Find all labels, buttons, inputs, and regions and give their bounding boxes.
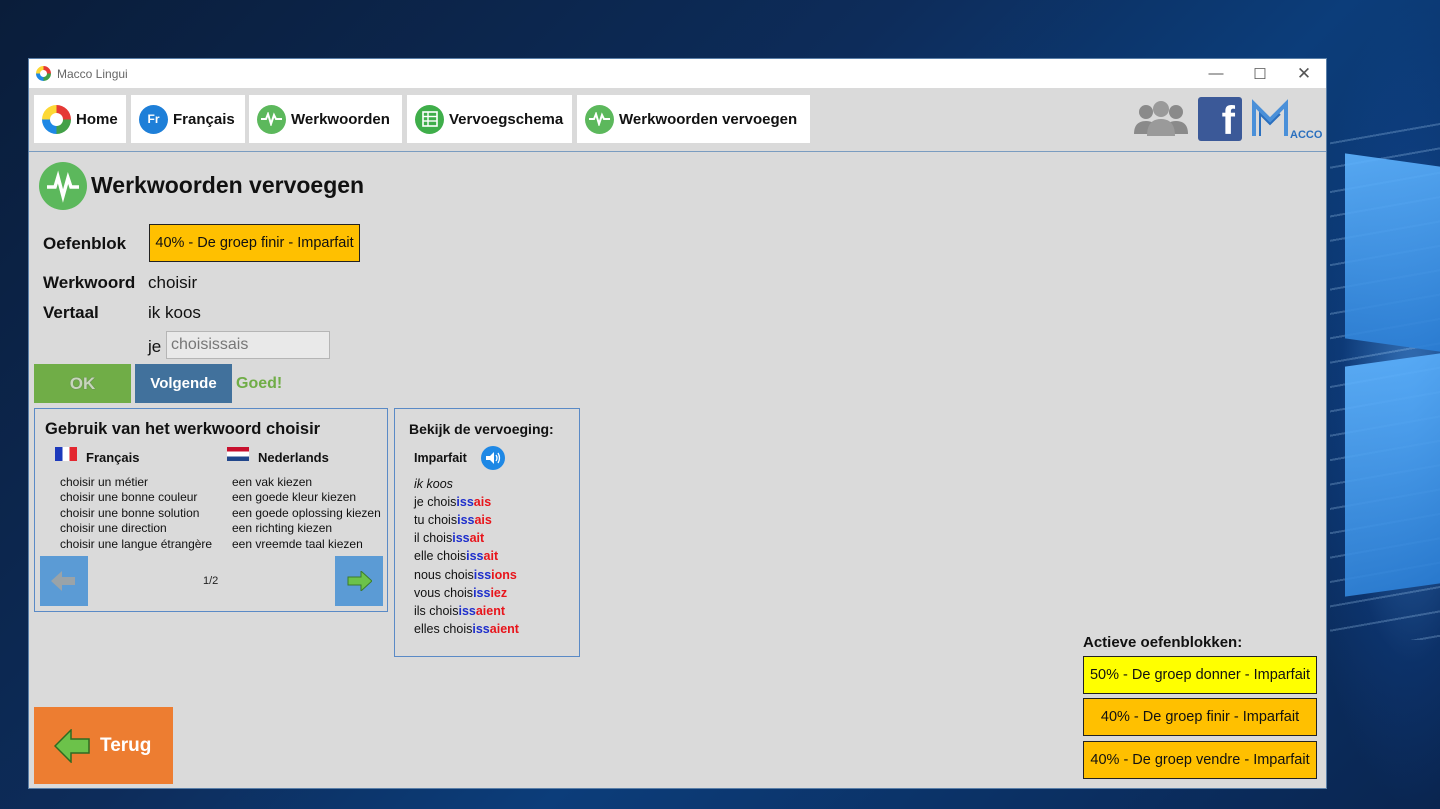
conjugation-row: je choisissais <box>414 495 492 509</box>
ok-button[interactable]: OK <box>34 364 131 403</box>
nav-vervoegschema-button[interactable]: Vervoegschema <box>407 95 572 143</box>
back-button[interactable]: Terug <box>34 707 173 784</box>
active-block-item[interactable]: 40% - De groep vendre - Imparfait <box>1083 741 1317 779</box>
werkwoord-value: choisir <box>148 273 198 292</box>
conjugation-row: il choisissait <box>414 531 485 545</box>
vertaal-label: Vertaal <box>43 303 99 322</box>
active-blocks-title: Actieve oefenblokken: <box>1083 634 1243 651</box>
app-window: Macco Lingui — ☐ ✕ Home Fr Français Werk… <box>28 58 1327 789</box>
francais-icon: Fr <box>139 104 168 134</box>
maximize-button[interactable]: ☐ <box>1238 59 1282 88</box>
conjugation-row: nous choisissions <box>414 568 517 582</box>
toolbar: Home Fr Français Werkwoorden Vervoegsche… <box>29 88 1326 152</box>
oefenblok-label: Oefenblok <box>43 234 127 253</box>
answer-input[interactable]: choisissais <box>166 331 330 359</box>
list-item: choisir une bonne solution <box>60 505 200 520</box>
app-logo-icon <box>36 66 51 81</box>
nav-home-label: Home <box>76 110 118 128</box>
nav-werkwoorden-button[interactable]: Werkwoorden <box>249 95 402 143</box>
windows-logo-pane-bottom <box>1345 353 1440 597</box>
conjugation-row: elle choisissait <box>414 549 499 563</box>
conjugation-row: elles choisissaient <box>414 622 519 636</box>
windows-logo-pane-top <box>1345 153 1440 352</box>
nav-home-button[interactable]: Home <box>34 95 126 143</box>
list-item: een vak kiezen <box>232 475 313 489</box>
minimize-button[interactable]: — <box>1194 59 1238 88</box>
next-page-button[interactable] <box>335 556 383 606</box>
nav-werkwoorden-label: Werkwoorden <box>291 110 390 128</box>
dutch-flag-icon <box>227 447 249 461</box>
list-item: choisir un métier <box>60 475 149 489</box>
pulse-icon <box>39 162 87 210</box>
table-icon <box>415 104 444 134</box>
french-flag-icon <box>55 447 77 461</box>
usage-title: Gebruik van het werkwoord choisir <box>45 420 321 438</box>
list-item: een vreemde taal kiezen <box>232 536 363 551</box>
conjugation-panel: Bekijk de vervoeging: Imparfait ik koos … <box>394 408 580 657</box>
usage-phrases-fr: choisir un métier choisir une bonne coul… <box>60 475 212 552</box>
active-block-item[interactable]: 40% - De groep finir - Imparfait <box>1083 698 1317 736</box>
speaker-icon[interactable] <box>481 446 505 470</box>
close-button[interactable]: ✕ <box>1282 59 1326 88</box>
usage-col-fr: Français <box>86 450 140 465</box>
macco-text: ACCO <box>1290 129 1322 141</box>
pulse-icon <box>257 104 286 134</box>
nav-vervoegschema-label: Vervoegschema <box>449 110 564 128</box>
nav-werkwoorden-vervoegen-label: Werkwoorden vervoegen <box>619 110 798 128</box>
users-icon[interactable] <box>1132 100 1190 138</box>
window-title: Macco Lingui <box>57 66 128 81</box>
usage-phrases-nl: een vak kiezen een goede kleur kiezen ee… <box>232 475 381 552</box>
next-button[interactable]: Volgende <box>135 364 232 403</box>
tense-label: Imparfait <box>414 451 467 465</box>
nav-francais-label: Français <box>173 110 235 128</box>
macco-logo-icon[interactable]: ACCO <box>1250 96 1322 142</box>
list-item: een goede oplossing kiezen <box>232 505 381 520</box>
arrow-left-icon <box>51 571 75 591</box>
list-item: choisir une langue étrangère <box>60 536 213 551</box>
arrow-right-icon <box>347 571 372 591</box>
back-button-label: Terug <box>100 734 152 756</box>
active-block-item[interactable]: 50% - De groep donner - Imparfait <box>1083 656 1317 694</box>
page-indicator: 1/2 <box>203 575 219 587</box>
usage-panel: Gebruik van het werkwoord choisir França… <box>34 408 388 612</box>
conjugation-translation: ik koos <box>414 477 453 491</box>
list-item: choisir une bonne couleur <box>60 490 198 505</box>
conjugation-row: tu choisissais <box>414 513 492 527</box>
prev-page-button[interactable] <box>40 556 88 606</box>
list-item: een richting kiezen <box>232 521 333 536</box>
list-item: choisir une direction <box>60 521 167 536</box>
arrow-left-icon <box>54 728 90 763</box>
conjugation-title: Bekijk de vervoeging: <box>409 421 554 437</box>
pulse-icon <box>585 104 614 134</box>
werkwoord-label: Werkwoord <box>43 273 136 292</box>
page-title: Werkwoorden vervoegen <box>91 172 365 198</box>
vertaal-value: ik koos <box>148 303 201 322</box>
list-item: een goede kleur kiezen <box>232 490 357 505</box>
title-bar: Macco Lingui — ☐ ✕ <box>29 59 1326 88</box>
conjugation-row: vous choisissiez <box>414 586 508 600</box>
main-content: Werkwoorden vervoegen Oefenblok 40% - De… <box>29 152 1326 789</box>
home-icon <box>42 104 71 134</box>
facebook-icon[interactable]: f <box>1198 97 1242 141</box>
nav-werkwoorden-vervoegen-button[interactable]: Werkwoorden vervoegen <box>577 95 810 143</box>
nav-francais-button[interactable]: Fr Français <box>131 95 245 143</box>
conjugation-row: ils choisissaient <box>414 604 506 618</box>
usage-col-nl: Nederlands <box>258 450 329 465</box>
feedback-text: Goed! <box>236 375 283 392</box>
pronoun-label: je <box>148 337 162 356</box>
oefenblok-selector[interactable]: 40% - De groep finir - Imparfait <box>149 224 360 262</box>
